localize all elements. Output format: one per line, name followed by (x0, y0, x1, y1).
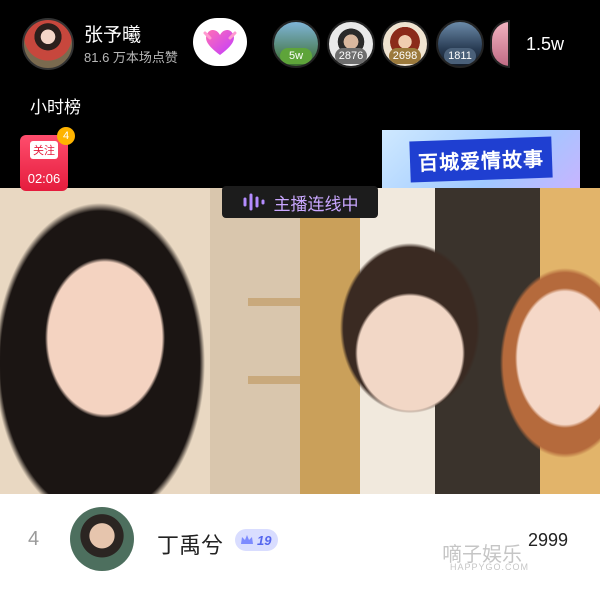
co-host-text: 主播连线中 (273, 194, 359, 214)
shelf (248, 376, 300, 384)
viewer-avatar[interactable]: 5w (272, 20, 320, 68)
crown-icon (241, 535, 253, 544)
level-badge: 19 (235, 529, 279, 551)
viewer-avatar[interactable]: 2698 (381, 20, 429, 68)
event-banner[interactable]: 百城爱情故事 (382, 130, 580, 188)
row-score: 2999 (528, 530, 569, 550)
heart-icon (203, 29, 237, 55)
host-video-left (0, 188, 300, 494)
viewer-avatar[interactable]: 2876 (327, 20, 375, 68)
event-banner-title: 百城爱情故事 (409, 136, 553, 182)
host-name[interactable]: 张予曦 (84, 20, 141, 47)
row-rank: 4 (28, 528, 40, 550)
follow-timer: 02:06 (27, 171, 61, 186)
avatar[interactable] (70, 507, 134, 571)
viewer-badge: 1811 (444, 48, 476, 64)
host-likes: 81.6 万本场点赞 (84, 50, 178, 65)
host-video-right (300, 188, 600, 494)
ranking-row[interactable]: 4 丁禹兮 19 2999 嘀子娱乐 HAPPYGO.COM (0, 494, 600, 593)
viewer-badge: 2698 (389, 48, 421, 64)
row-name: 丁禹兮 (157, 533, 224, 558)
viewer-badge: 2876 (335, 48, 367, 64)
viewer-badge: 5w (280, 48, 312, 64)
level-value: 19 (257, 532, 272, 548)
shelf (248, 298, 300, 306)
live-video (0, 188, 600, 494)
host-avatar[interactable] (22, 18, 74, 70)
viewer-avatar[interactable]: 1811 (436, 20, 484, 68)
follow-count-badge: 4 (57, 127, 75, 145)
watermark-subtext: HAPPYGO.COM (450, 562, 530, 572)
co-host-banner: 主播连线中 (222, 186, 378, 218)
live-header: 张予曦 81.6 万本场点赞 5w 2876 2698 1811 1.5w (0, 0, 600, 90)
voice-wave-icon (243, 193, 264, 211)
hourly-rank-label[interactable]: 小时榜 (30, 93, 81, 118)
viewer-count[interactable]: 1.5w (526, 34, 564, 55)
viewer-avatar[interactable] (490, 20, 510, 68)
follow-label: 关注 (30, 141, 58, 159)
follow-heart-button[interactable] (193, 18, 247, 66)
